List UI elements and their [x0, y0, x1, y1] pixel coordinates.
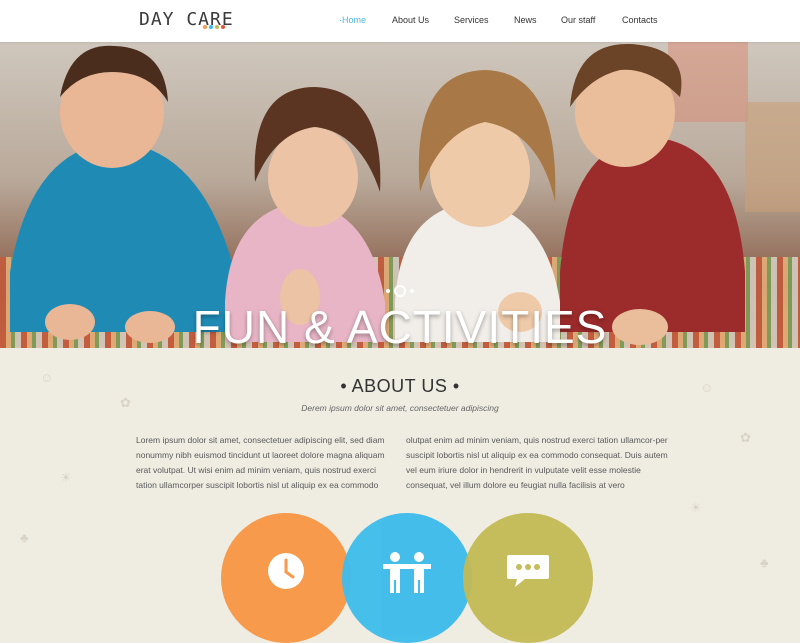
people-icon	[383, 552, 431, 593]
background-pattern-icon: ☀	[690, 500, 702, 515]
about-text-right: olutpat enim ad minim veniam, quis nostr…	[406, 435, 668, 490]
background-pattern-icon: ♣	[760, 555, 769, 570]
about-subtitle: Derem ipsum dolor sit amet, consectetuer…	[301, 403, 499, 413]
about-title-text: ABOUT US	[351, 376, 448, 396]
logo-dot	[215, 25, 219, 29]
ornament-dot	[410, 289, 414, 293]
about-heading: • ABOUT US •	[0, 376, 800, 397]
feature-circle-chat[interactable]	[463, 513, 593, 643]
logo-dot	[221, 25, 225, 29]
bullet-right: •	[452, 376, 460, 396]
nav-news[interactable]: News	[514, 15, 537, 25]
hero-ornament	[386, 285, 414, 297]
clock-icon	[268, 553, 304, 589]
feature-circle-friends[interactable]	[342, 513, 472, 643]
ornament-ring	[394, 285, 406, 297]
feature-circle-schedule[interactable]	[221, 513, 351, 643]
logo-dot	[203, 25, 207, 29]
nav-home-label: Home	[342, 15, 367, 25]
nav-about-us[interactable]: About Us	[392, 15, 429, 25]
background-pattern-icon: ♣	[20, 530, 29, 545]
bullet-left: •	[340, 376, 348, 396]
nav-services[interactable]: Services	[454, 15, 489, 25]
nav-contacts[interactable]: Contacts	[622, 15, 658, 25]
logo-dot	[209, 25, 213, 29]
hero-title: FUN & ACTIVITIES	[192, 301, 608, 348]
background-pattern-icon: ☀	[60, 470, 72, 485]
chat-icon	[507, 555, 549, 587]
nav-home[interactable]: ·Home	[339, 15, 366, 25]
hero-banner: FUN & ACTIVITIES	[0, 42, 800, 348]
logo-dots	[203, 25, 225, 29]
site-header: DAY CARE ·Home About Us Services News Ou…	[0, 0, 800, 42]
about-text-left: Lorem ipsum dolor sit amet, consectetuer…	[136, 435, 385, 490]
nav-our-staff[interactable]: Our staff	[561, 15, 595, 25]
ornament-dot	[386, 289, 390, 293]
background-pattern-icon: ✿	[740, 430, 751, 445]
